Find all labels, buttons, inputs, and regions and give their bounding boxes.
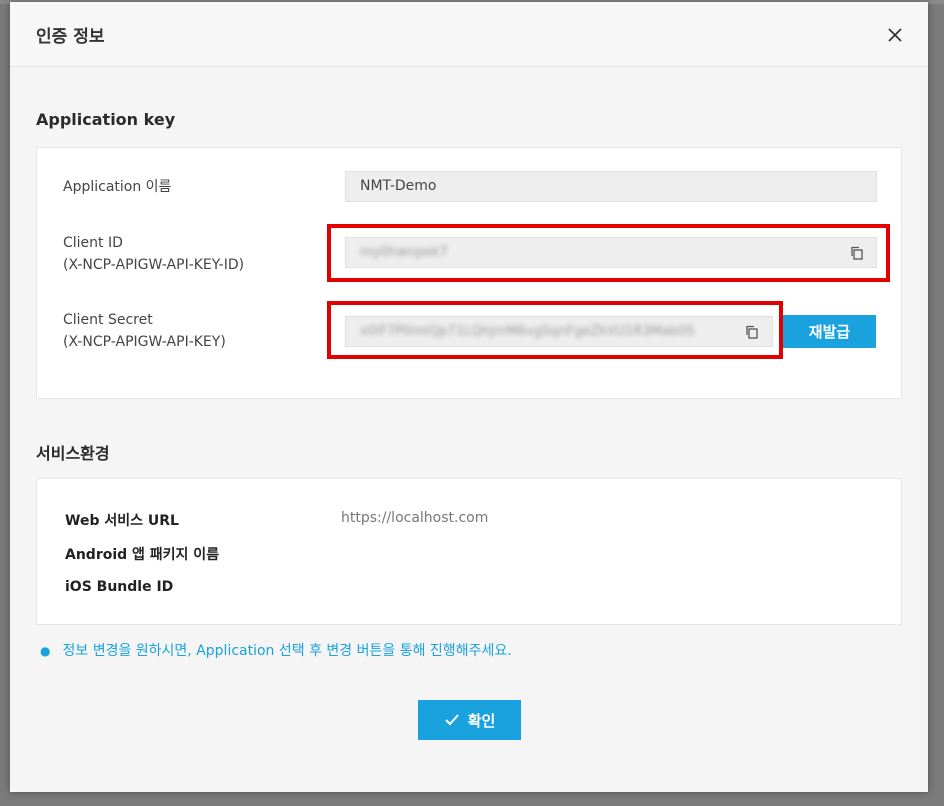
app-name-label: Application 이름 (63, 179, 172, 195)
service-env-section-title: 서비스환경 (36, 444, 110, 463)
client-id-value: my0hwnpek7 (360, 245, 448, 260)
auth-info-modal: 인증 정보 Application key Application 이름 NMT… (10, 2, 928, 792)
client-id-label: Client ID (X-NCP-APIGW-API-KEY-ID) (63, 232, 244, 276)
close-icon[interactable] (884, 24, 906, 46)
modal-title: 인증 정보 (36, 27, 105, 47)
client-id-label-line2: (X-NCP-APIGW-API-KEY-ID) (63, 257, 245, 273)
client-secret-label-line1: Client Secret (63, 312, 153, 328)
client-secret-value: x0iF7P0mtQp71LQhjmM6vgSqnFgeZkVU1R3Mab0S (360, 324, 695, 339)
ios-bundle-label: iOS Bundle ID (65, 579, 174, 595)
web-url-label: Web 서비스 URL (65, 513, 179, 529)
android-package-label: Android 앱 패키지 이름 (65, 547, 220, 563)
bullet-icon: ● (40, 644, 51, 658)
client-secret-label-line2: (X-NCP-APIGW-API-KEY) (63, 334, 226, 350)
copy-icon[interactable] (744, 324, 760, 340)
web-url-value: https://localhost.com (341, 510, 489, 526)
app-name-value: NMT-Demo (360, 178, 437, 194)
client-secret-label: Client Secret (X-NCP-APIGW-API-KEY) (63, 309, 226, 353)
info-notice: ● 정보 변경을 원하시면, Application 선택 후 변경 버튼을 통해… (40, 640, 512, 660)
application-key-section-title: Application key (36, 110, 176, 129)
service-env-panel: Web 서비스 URL https://localhost.com Androi… (36, 478, 902, 625)
client-id-label-line1: Client ID (63, 235, 123, 251)
copy-icon[interactable] (849, 245, 865, 261)
application-key-panel: Application 이름 NMT-Demo Client ID (X-NCP… (36, 147, 902, 399)
check-icon (444, 714, 459, 726)
app-name-field: NMT-Demo (345, 171, 877, 202)
client-id-field[interactable]: my0hwnpek7 (345, 237, 877, 268)
client-secret-field[interactable]: x0iF7P0mtQp71LQhjmM6vgSqnFgeZkVU1R3Mab0S (345, 316, 773, 347)
confirm-button[interactable]: 확인 (418, 700, 521, 740)
modal-header: 인증 정보 (10, 2, 928, 67)
confirm-label: 확인 (467, 711, 496, 730)
reissue-button[interactable]: 재발급 (783, 315, 876, 348)
notice-text: 정보 변경을 원하시면, Application 선택 후 변경 버튼을 통해 … (62, 643, 512, 659)
